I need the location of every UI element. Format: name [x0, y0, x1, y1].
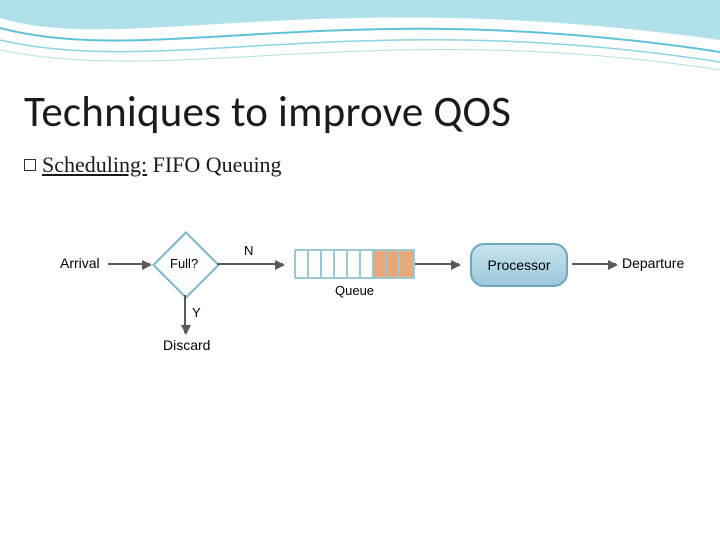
slide-title: Techniques to improve QOS: [24, 85, 511, 138]
queue-cell-filled: [400, 251, 413, 277]
queue-cell: [361, 251, 374, 277]
decision-label: Full?: [170, 256, 198, 271]
arrow-yes: [184, 295, 186, 333]
slide-subtitle: Scheduling: FIFO Queuing: [42, 152, 282, 178]
yes-label: Y: [192, 305, 201, 320]
subtitle-row: Scheduling: FIFO Queuing: [24, 152, 282, 178]
arrow-departure: [572, 263, 616, 265]
queue-cell: [309, 251, 322, 277]
queue-cell-filled: [387, 251, 400, 277]
arrival-label: Arrival: [60, 255, 100, 271]
queue-cell: [335, 251, 348, 277]
queue-cell: [296, 251, 309, 277]
subtitle-rest: FIFO Queuing: [147, 152, 281, 177]
bullet-icon: [24, 159, 36, 171]
slide: Techniques to improve QOS Scheduling: FI…: [0, 0, 720, 540]
discard-label: Discard: [163, 337, 210, 353]
fifo-diagram: Arrival Full? N Y Discard Queue: [60, 205, 660, 375]
arrow-no: [217, 263, 283, 265]
subtitle-underlined: Scheduling:: [42, 152, 147, 177]
departure-label: Departure: [622, 255, 684, 271]
queue-box: [294, 249, 415, 279]
queue-cell: [322, 251, 335, 277]
queue-cell: [348, 251, 361, 277]
arrow-arrival: [108, 263, 150, 265]
decorative-swoosh: [0, 0, 720, 90]
processor-box: Processor: [470, 243, 568, 287]
queue-label: Queue: [335, 283, 374, 298]
arrow-to-processor: [415, 263, 459, 265]
no-label: N: [244, 243, 253, 258]
processor-label: Processor: [487, 257, 550, 273]
queue-cell-filled: [374, 251, 387, 277]
